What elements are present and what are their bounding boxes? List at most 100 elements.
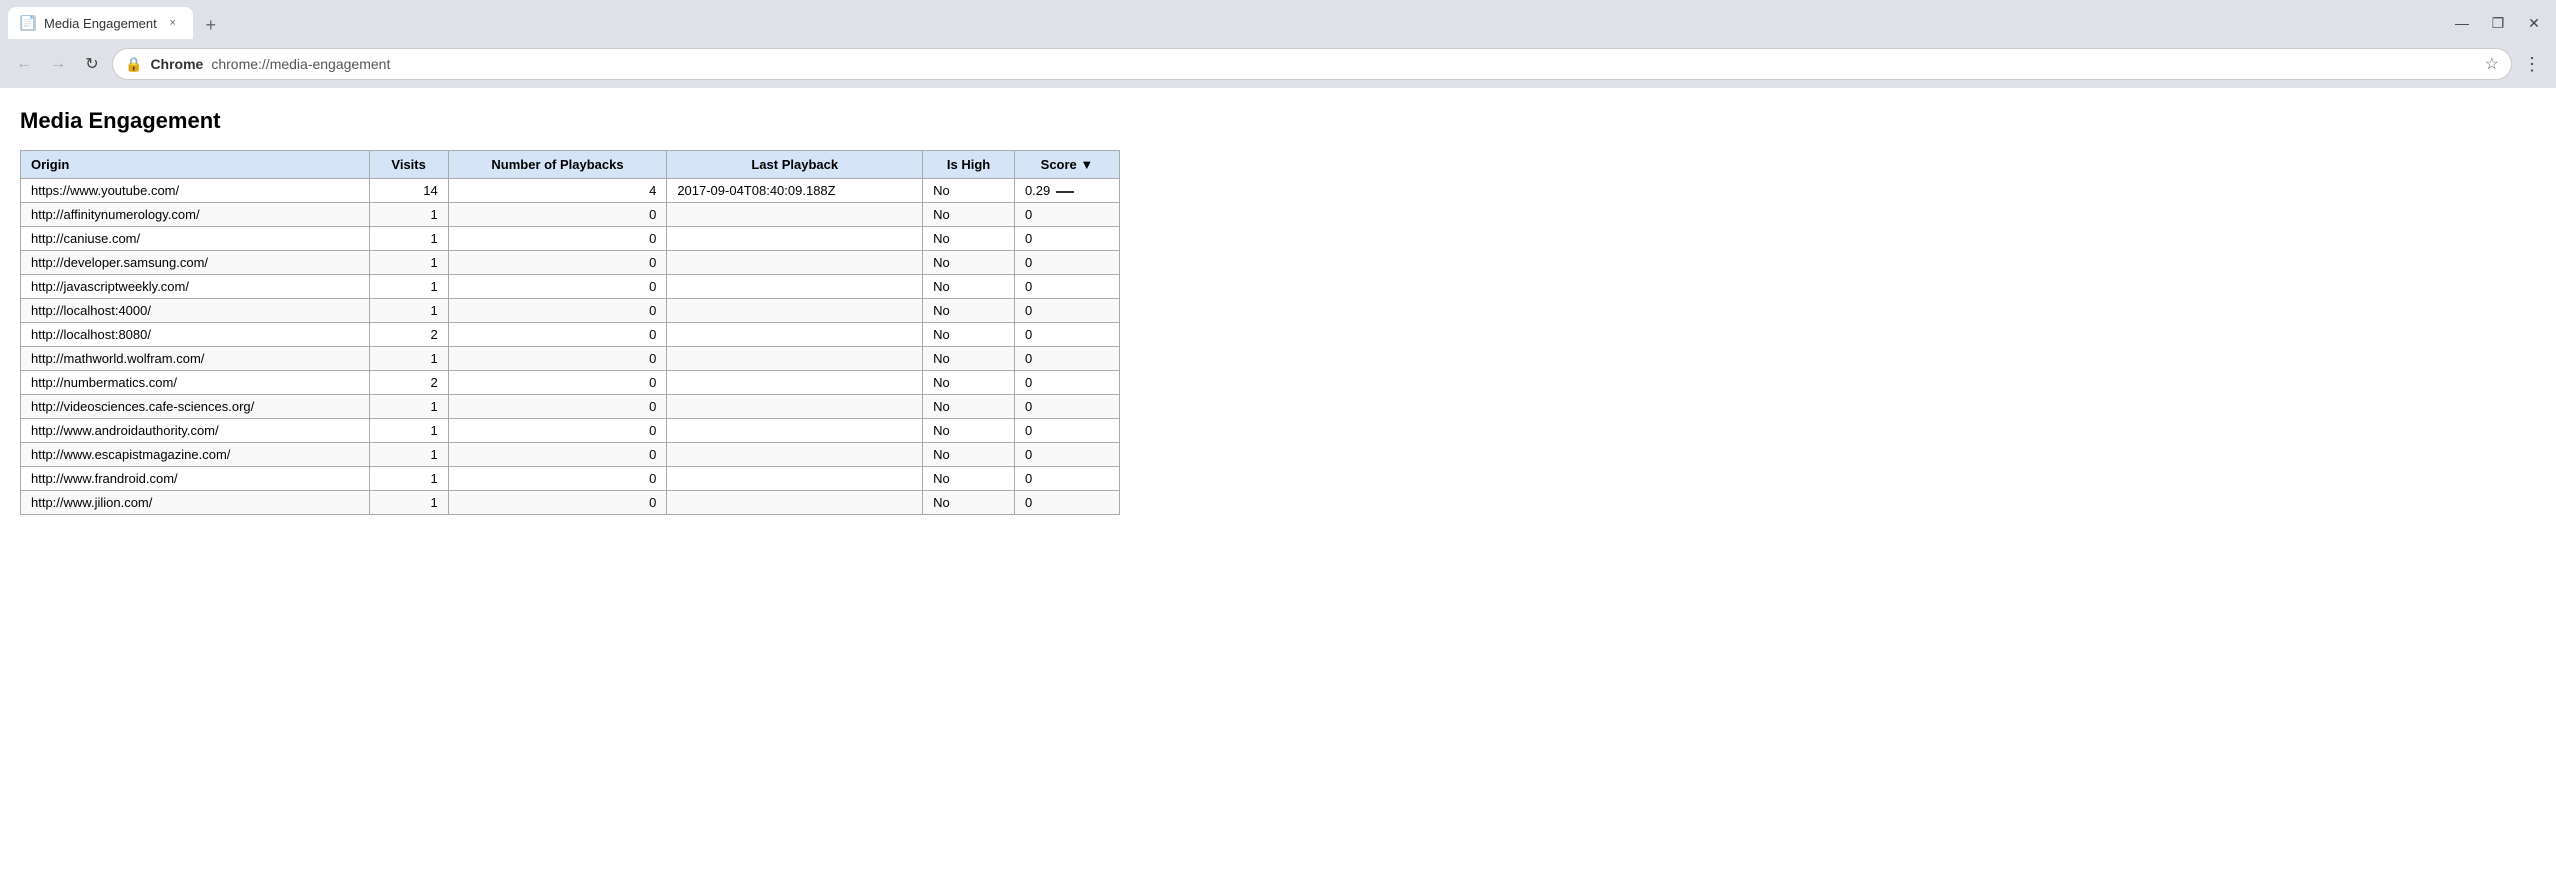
active-tab[interactable]: 📄 Media Engagement × [8, 7, 193, 39]
security-icon: 🔒 [125, 56, 142, 73]
cell-last-playback [667, 443, 923, 467]
cell-is-high: No [923, 275, 1015, 299]
cell-playbacks: 0 [448, 467, 667, 491]
cell-is-high: No [923, 323, 1015, 347]
cell-visits: 1 [369, 491, 448, 515]
cell-playbacks: 0 [448, 251, 667, 275]
cell-origin: http://javascriptweekly.com/ [21, 275, 370, 299]
cell-visits: 1 [369, 203, 448, 227]
table-row: http://localhost:8080/ 2 0 No 0 [21, 323, 1120, 347]
media-engagement-table: Origin Visits Number of Playbacks Last P… [20, 150, 1120, 515]
tab-strip: 📄 Media Engagement × + [8, 7, 2448, 39]
browser-chrome: 📄 Media Engagement × + — ❐ ✕ ← → ↻ 🔒 Chr… [0, 0, 2556, 88]
address-bar[interactable]: 🔒 Chrome chrome://media-engagement ☆ [112, 48, 2512, 80]
new-tab-button[interactable]: + [197, 11, 225, 39]
cell-playbacks: 0 [448, 323, 667, 347]
tab-favicon: 📄 [20, 15, 36, 31]
cell-score: 0 [1014, 347, 1119, 371]
cell-score: 0 [1014, 299, 1119, 323]
table-row: https://www.youtube.com/ 14 4 2017-09-04… [21, 179, 1120, 203]
cell-is-high: No [923, 179, 1015, 203]
table-row: http://www.jilion.com/ 1 0 No 0 [21, 491, 1120, 515]
cell-playbacks: 0 [448, 371, 667, 395]
table-row: http://affinitynumerology.com/ 1 0 No 0 [21, 203, 1120, 227]
forward-button[interactable]: → [44, 50, 72, 78]
table-row: http://www.androidauthority.com/ 1 0 No … [21, 419, 1120, 443]
cell-score: 0 [1014, 395, 1119, 419]
table-row: http://developer.samsung.com/ 1 0 No 0 [21, 251, 1120, 275]
table-row: http://caniuse.com/ 1 0 No 0 [21, 227, 1120, 251]
refresh-button[interactable]: ↻ [78, 50, 106, 78]
cell-is-high: No [923, 251, 1015, 275]
cell-origin: http://localhost:8080/ [21, 323, 370, 347]
cell-is-high: No [923, 203, 1015, 227]
cell-score: 0 [1014, 443, 1119, 467]
tab-title: Media Engagement [44, 16, 157, 31]
header-score[interactable]: Score ▼ [1014, 151, 1119, 179]
cell-visits: 1 [369, 395, 448, 419]
cell-origin: http://videosciences.cafe-sciences.org/ [21, 395, 370, 419]
cell-visits: 14 [369, 179, 448, 203]
cell-score: 0 [1014, 491, 1119, 515]
cell-visits: 1 [369, 419, 448, 443]
cell-origin: https://www.youtube.com/ [21, 179, 370, 203]
cell-playbacks: 0 [448, 491, 667, 515]
maximize-button[interactable]: ❐ [2484, 9, 2512, 37]
cell-last-playback [667, 203, 923, 227]
cell-origin: http://caniuse.com/ [21, 227, 370, 251]
table-row: http://numbermatics.com/ 2 0 No 0 [21, 371, 1120, 395]
cell-origin: http://www.escapistmagazine.com/ [21, 443, 370, 467]
cell-score: 0 [1014, 371, 1119, 395]
back-button[interactable]: ← [10, 50, 38, 78]
cell-is-high: No [923, 491, 1015, 515]
header-origin: Origin [21, 151, 370, 179]
cell-is-high: No [923, 371, 1015, 395]
cell-origin: http://affinitynumerology.com/ [21, 203, 370, 227]
table-row: http://www.escapistmagazine.com/ 1 0 No … [21, 443, 1120, 467]
cell-origin: http://localhost:4000/ [21, 299, 370, 323]
cell-playbacks: 0 [448, 395, 667, 419]
cell-is-high: No [923, 443, 1015, 467]
cell-last-playback [667, 419, 923, 443]
cell-is-high: No [923, 347, 1015, 371]
cell-playbacks: 0 [448, 227, 667, 251]
cell-playbacks: 0 [448, 347, 667, 371]
header-last-playback: Last Playback [667, 151, 923, 179]
tab-close-button[interactable]: × [165, 15, 181, 31]
cell-playbacks: 0 [448, 443, 667, 467]
cell-last-playback [667, 251, 923, 275]
minimize-button[interactable]: — [2448, 9, 2476, 37]
cell-visits: 1 [369, 275, 448, 299]
cell-playbacks: 0 [448, 275, 667, 299]
cell-visits: 1 [369, 347, 448, 371]
cell-score: 0 [1014, 203, 1119, 227]
cell-last-playback [667, 299, 923, 323]
score-dash [1056, 191, 1074, 193]
cell-last-playback [667, 227, 923, 251]
url-display: chrome://media-engagement [211, 56, 390, 72]
cell-is-high: No [923, 467, 1015, 491]
cell-last-playback: 2017-09-04T08:40:09.188Z [667, 179, 923, 203]
cell-visits: 1 [369, 227, 448, 251]
cell-visits: 1 [369, 299, 448, 323]
page-content: Media Engagement Origin Visits Number of… [0, 88, 2556, 535]
browser-menu-button[interactable]: ⋮ [2518, 50, 2546, 78]
cell-is-high: No [923, 227, 1015, 251]
close-button[interactable]: ✕ [2520, 9, 2548, 37]
table-row: http://javascriptweekly.com/ 1 0 No 0 [21, 275, 1120, 299]
cell-last-playback [667, 347, 923, 371]
cell-score: 0 [1014, 275, 1119, 299]
bookmark-star-icon[interactable]: ☆ [2485, 54, 2499, 74]
cell-origin: http://www.frandroid.com/ [21, 467, 370, 491]
table-row: http://localhost:4000/ 1 0 No 0 [21, 299, 1120, 323]
chrome-label: Chrome [150, 56, 203, 72]
cell-is-high: No [923, 395, 1015, 419]
header-visits: Visits [369, 151, 448, 179]
cell-score: 0 [1014, 323, 1119, 347]
cell-last-playback [667, 467, 923, 491]
cell-last-playback [667, 323, 923, 347]
cell-last-playback [667, 395, 923, 419]
cell-origin: http://www.androidauthority.com/ [21, 419, 370, 443]
cell-score: 0 [1014, 419, 1119, 443]
cell-visits: 2 [369, 323, 448, 347]
